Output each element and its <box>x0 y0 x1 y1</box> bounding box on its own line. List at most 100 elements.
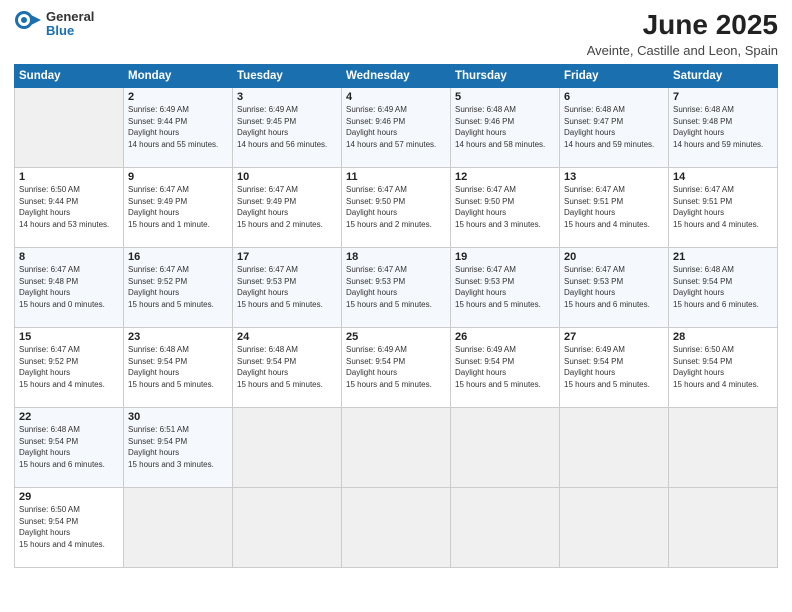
day-number: 14 <box>673 171 773 183</box>
calendar-cell: 13 Sunrise: 6:47 AMSunset: 9:51 PMDaylig… <box>560 167 669 247</box>
day-number: 11 <box>346 171 446 183</box>
calendar-week-row: 29 Sunrise: 6:50 AMSunset: 9:54 PMDaylig… <box>15 487 778 567</box>
calendar-cell <box>233 487 342 567</box>
calendar-cell: 1 Sunrise: 6:50 AMSunset: 9:44 PMDayligh… <box>15 167 124 247</box>
day-info: Sunrise: 6:48 AMSunset: 9:47 PMDaylight … <box>564 105 654 149</box>
logo-blue: Blue <box>46 24 94 38</box>
day-info: Sunrise: 6:48 AMSunset: 9:54 PMDaylight … <box>128 345 214 389</box>
calendar-cell: 6 Sunrise: 6:48 AMSunset: 9:47 PMDayligh… <box>560 87 669 167</box>
day-number: 15 <box>19 331 119 343</box>
logo-general: General <box>46 10 94 24</box>
subtitle: Aveinte, Castille and Leon, Spain <box>587 43 778 58</box>
calendar-header-friday: Friday <box>560 64 669 87</box>
calendar-cell: 29 Sunrise: 6:50 AMSunset: 9:54 PMDaylig… <box>15 487 124 567</box>
calendar-cell: 25 Sunrise: 6:49 AMSunset: 9:54 PMDaylig… <box>342 327 451 407</box>
day-number: 2 <box>128 91 228 103</box>
day-info: Sunrise: 6:48 AMSunset: 9:54 PMDaylight … <box>673 265 759 309</box>
calendar-cell <box>451 407 560 487</box>
calendar-header-saturday: Saturday <box>669 64 778 87</box>
day-info: Sunrise: 6:49 AMSunset: 9:46 PMDaylight … <box>346 105 436 149</box>
title-block: June 2025 Aveinte, Castille and Leon, Sp… <box>587 10 778 58</box>
calendar-cell <box>124 487 233 567</box>
day-number: 22 <box>19 411 119 423</box>
day-info: Sunrise: 6:49 AMSunset: 9:54 PMDaylight … <box>346 345 432 389</box>
day-info: Sunrise: 6:47 AMSunset: 9:48 PMDaylight … <box>19 265 105 309</box>
calendar-cell: 9 Sunrise: 6:47 AMSunset: 9:49 PMDayligh… <box>124 167 233 247</box>
calendar-cell <box>560 407 669 487</box>
day-number: 28 <box>673 331 773 343</box>
calendar-cell: 22 Sunrise: 6:48 AMSunset: 9:54 PMDaylig… <box>15 407 124 487</box>
day-number: 24 <box>237 331 337 343</box>
calendar-cell: 14 Sunrise: 6:47 AMSunset: 9:51 PMDaylig… <box>669 167 778 247</box>
calendar-cell: 16 Sunrise: 6:47 AMSunset: 9:52 PMDaylig… <box>124 247 233 327</box>
calendar-cell: 20 Sunrise: 6:47 AMSunset: 9:53 PMDaylig… <box>560 247 669 327</box>
logo: General Blue <box>14 10 94 39</box>
day-number: 13 <box>564 171 664 183</box>
calendar-header-wednesday: Wednesday <box>342 64 451 87</box>
page: General Blue June 2025 Aveinte, Castille… <box>0 0 792 612</box>
day-info: Sunrise: 6:47 AMSunset: 9:50 PMDaylight … <box>346 185 432 229</box>
calendar-week-row: 15 Sunrise: 6:47 AMSunset: 9:52 PMDaylig… <box>15 327 778 407</box>
calendar-header-thursday: Thursday <box>451 64 560 87</box>
calendar-cell: 26 Sunrise: 6:49 AMSunset: 9:54 PMDaylig… <box>451 327 560 407</box>
calendar-cell: 8 Sunrise: 6:47 AMSunset: 9:48 PMDayligh… <box>15 247 124 327</box>
calendar-cell: 24 Sunrise: 6:48 AMSunset: 9:54 PMDaylig… <box>233 327 342 407</box>
day-info: Sunrise: 6:47 AMSunset: 9:49 PMDaylight … <box>237 185 323 229</box>
day-number: 26 <box>455 331 555 343</box>
day-info: Sunrise: 6:47 AMSunset: 9:49 PMDaylight … <box>128 185 210 229</box>
day-number: 7 <box>673 91 773 103</box>
calendar-cell: 4 Sunrise: 6:49 AMSunset: 9:46 PMDayligh… <box>342 87 451 167</box>
calendar-table: SundayMondayTuesdayWednesdayThursdayFrid… <box>14 64 778 568</box>
day-info: Sunrise: 6:47 AMSunset: 9:50 PMDaylight … <box>455 185 541 229</box>
month-title: June 2025 <box>587 10 778 41</box>
logo-text: General Blue <box>46 10 94 39</box>
day-number: 21 <box>673 251 773 263</box>
day-number: 8 <box>19 251 119 263</box>
calendar-cell: 30 Sunrise: 6:51 AMSunset: 9:54 PMDaylig… <box>124 407 233 487</box>
calendar-cell <box>451 487 560 567</box>
day-info: Sunrise: 6:49 AMSunset: 9:44 PMDaylight … <box>128 105 218 149</box>
day-info: Sunrise: 6:47 AMSunset: 9:52 PMDaylight … <box>19 345 105 389</box>
day-info: Sunrise: 6:47 AMSunset: 9:53 PMDaylight … <box>346 265 432 309</box>
day-info: Sunrise: 6:48 AMSunset: 9:48 PMDaylight … <box>673 105 763 149</box>
day-number: 23 <box>128 331 228 343</box>
day-number: 18 <box>346 251 446 263</box>
calendar-header-row: SundayMondayTuesdayWednesdayThursdayFrid… <box>15 64 778 87</box>
calendar-header-sunday: Sunday <box>15 64 124 87</box>
day-number: 17 <box>237 251 337 263</box>
day-info: Sunrise: 6:47 AMSunset: 9:53 PMDaylight … <box>237 265 323 309</box>
calendar-cell: 21 Sunrise: 6:48 AMSunset: 9:54 PMDaylig… <box>669 247 778 327</box>
calendar-cell: 15 Sunrise: 6:47 AMSunset: 9:52 PMDaylig… <box>15 327 124 407</box>
day-info: Sunrise: 6:50 AMSunset: 9:44 PMDaylight … <box>19 185 109 229</box>
day-info: Sunrise: 6:48 AMSunset: 9:46 PMDaylight … <box>455 105 545 149</box>
calendar-cell: 27 Sunrise: 6:49 AMSunset: 9:54 PMDaylig… <box>560 327 669 407</box>
day-info: Sunrise: 6:50 AMSunset: 9:54 PMDaylight … <box>19 505 105 549</box>
calendar-header-tuesday: Tuesday <box>233 64 342 87</box>
calendar-cell: 10 Sunrise: 6:47 AMSunset: 9:49 PMDaylig… <box>233 167 342 247</box>
calendar-cell: 12 Sunrise: 6:47 AMSunset: 9:50 PMDaylig… <box>451 167 560 247</box>
calendar-cell <box>233 407 342 487</box>
calendar-cell <box>342 487 451 567</box>
day-info: Sunrise: 6:49 AMSunset: 9:54 PMDaylight … <box>455 345 541 389</box>
day-number: 16 <box>128 251 228 263</box>
calendar-cell <box>669 407 778 487</box>
day-number: 9 <box>128 171 228 183</box>
calendar-header-monday: Monday <box>124 64 233 87</box>
day-info: Sunrise: 6:49 AMSunset: 9:54 PMDaylight … <box>564 345 650 389</box>
header: General Blue June 2025 Aveinte, Castille… <box>14 10 778 58</box>
day-info: Sunrise: 6:48 AMSunset: 9:54 PMDaylight … <box>237 345 323 389</box>
day-number: 27 <box>564 331 664 343</box>
calendar-week-row: 1 Sunrise: 6:50 AMSunset: 9:44 PMDayligh… <box>15 167 778 247</box>
day-info: Sunrise: 6:47 AMSunset: 9:51 PMDaylight … <box>673 185 759 229</box>
day-number: 3 <box>237 91 337 103</box>
day-number: 12 <box>455 171 555 183</box>
calendar-cell <box>15 87 124 167</box>
calendar-cell: 23 Sunrise: 6:48 AMSunset: 9:54 PMDaylig… <box>124 327 233 407</box>
day-info: Sunrise: 6:51 AMSunset: 9:54 PMDaylight … <box>128 425 214 469</box>
day-number: 29 <box>19 491 119 503</box>
day-info: Sunrise: 6:47 AMSunset: 9:52 PMDaylight … <box>128 265 214 309</box>
day-info: Sunrise: 6:47 AMSunset: 9:53 PMDaylight … <box>455 265 541 309</box>
day-info: Sunrise: 6:47 AMSunset: 9:53 PMDaylight … <box>564 265 650 309</box>
day-info: Sunrise: 6:47 AMSunset: 9:51 PMDaylight … <box>564 185 650 229</box>
calendar-cell: 7 Sunrise: 6:48 AMSunset: 9:48 PMDayligh… <box>669 87 778 167</box>
